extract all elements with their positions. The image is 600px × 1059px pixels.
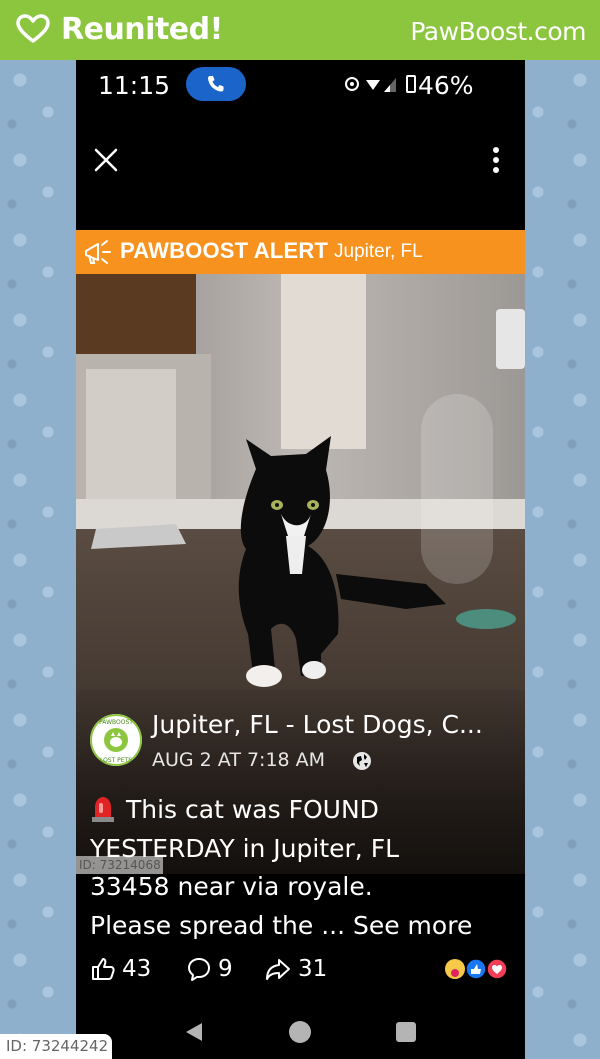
reunited-label: Reunited! [61, 12, 223, 47]
reaction-emojis[interactable] [444, 958, 508, 980]
post-line-1: This cat was FOUND [90, 791, 510, 830]
more-vertical-icon[interactable] [486, 146, 506, 174]
reunited-banner: Reunited! PawBoost.com [0, 0, 600, 60]
avatar-text-top: PAWBOOST [99, 719, 133, 726]
like-button[interactable]: 43 [90, 956, 151, 982]
like-icon [92, 958, 115, 980]
home-icon[interactable] [289, 1021, 311, 1043]
share-button[interactable]: 31 [264, 956, 327, 982]
share-icon [266, 959, 290, 980]
active-call-pill[interactable] [186, 67, 246, 101]
phone-screenshot: 11:15 46% PAWBOOST ALERT Jupiter, FL PAW… [76, 60, 525, 1059]
brand-label[interactable]: PawBoost.com [410, 17, 586, 46]
post-line-4: Please spread the ... See more [90, 907, 510, 946]
share-count: 31 [298, 956, 328, 982]
wifi-icon [366, 80, 380, 90]
phone-call-icon [208, 76, 224, 92]
avatar-text-bottom: LOST PETS [100, 757, 132, 764]
pawboost-alert-bar: PAWBOOST ALERT Jupiter, FL [76, 230, 525, 274]
back-icon[interactable] [184, 1021, 204, 1043]
globe-icon [353, 752, 371, 770]
android-nav-bar [76, 1005, 525, 1059]
recents-icon[interactable] [396, 1022, 416, 1042]
siren-icon [92, 797, 114, 822]
status-icons [345, 77, 396, 92]
outer-id-label: ID: 73244242 [0, 1034, 112, 1059]
battery-icon [406, 75, 416, 93]
status-bar: 11:15 46% [76, 60, 525, 114]
post-line-4-text: Please spread the ... [90, 910, 346, 940]
like-count: 43 [122, 956, 152, 982]
status-time: 11:15 [98, 71, 171, 100]
inner-id-label: ID: 73214068 [76, 856, 163, 874]
comment-button[interactable]: 9 [186, 956, 233, 982]
post-line-1-text: This cat was FOUND [126, 795, 379, 824]
alert-title: PAWBOOST ALERT [120, 238, 329, 263]
comment-count: 9 [218, 956, 233, 982]
see-more-link[interactable]: See more [353, 911, 472, 940]
post-date: AUG 2 AT 7:18 AM [152, 749, 326, 771]
comment-icon [188, 958, 210, 981]
post-group-name[interactable]: Jupiter, FL - Lost Dogs, C... [152, 710, 483, 739]
megaphone-icon [85, 240, 111, 264]
battery-percent: 46% [418, 71, 474, 100]
close-icon[interactable] [92, 146, 120, 174]
group-avatar[interactable]: PAWBOOST LOST PETS [90, 714, 142, 766]
alert-location: Jupiter, FL [334, 241, 423, 262]
heart-icon [16, 14, 50, 43]
